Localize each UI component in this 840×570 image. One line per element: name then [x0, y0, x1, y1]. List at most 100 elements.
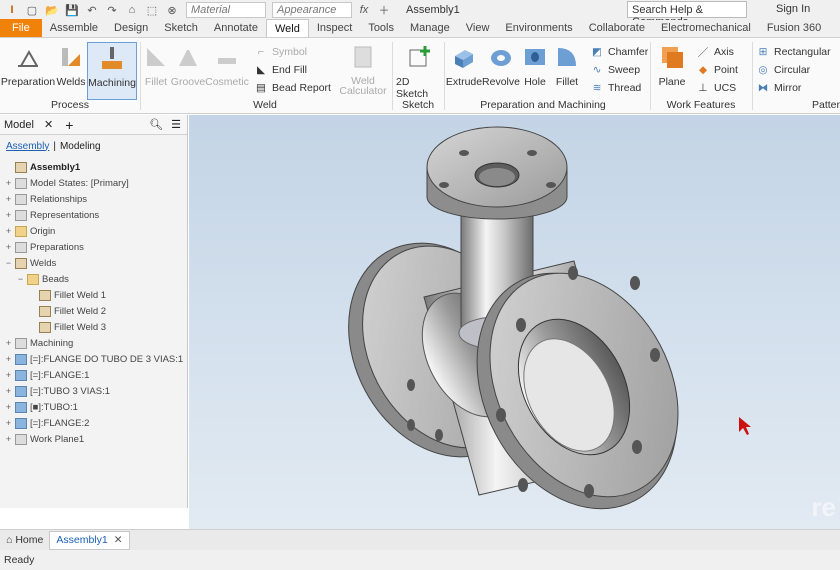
tab-tools[interactable]: Tools — [360, 19, 402, 37]
axis-button[interactable]: ／ Axis — [696, 44, 734, 60]
tab-electromechanical[interactable]: Electromechanical — [653, 19, 759, 37]
assembly1-tab[interactable]: Assembly1 ✕ — [49, 530, 130, 550]
extrude-button[interactable]: Extrude — [446, 42, 482, 98]
expand-icon[interactable]: + — [4, 210, 13, 220]
expand-icon[interactable]: + — [4, 194, 13, 204]
tab-annotate[interactable]: Annotate — [206, 19, 266, 37]
tab-manage[interactable]: Manage — [402, 19, 458, 37]
sign-in-link[interactable]: Sign In — [776, 3, 810, 15]
tree-node[interactable]: + [■]:TUBO:1 — [0, 399, 187, 415]
browser-tab-model[interactable]: Model — [4, 119, 34, 131]
view-modeling-link[interactable]: Modeling — [60, 141, 101, 152]
tree-node[interactable]: + [=]:FLANGE:2 — [0, 415, 187, 431]
tab-view[interactable]: View — [458, 19, 498, 37]
help-search-input[interactable]: Search Help & Commands... — [627, 1, 747, 28]
tree-node[interactable]: + Model States: [Primary] — [0, 175, 187, 191]
tree-node[interactable]: + [=]:FLANGE:1 — [0, 367, 187, 383]
machining-button[interactable]: Machining — [87, 42, 137, 100]
close-icon[interactable]: ✕ — [44, 118, 53, 131]
tree-node[interactable]: Fillet Weld 2 — [0, 303, 187, 319]
new-icon[interactable]: ▢ — [24, 2, 40, 18]
tab-fusion-360[interactable]: Fusion 360 — [759, 19, 829, 37]
tab-collaborate[interactable]: Collaborate — [581, 19, 653, 37]
bead-report-button[interactable]: ▤ Bead Report — [254, 80, 331, 96]
plane-button[interactable]: Plane — [654, 42, 690, 98]
tree-node[interactable]: + [=]:FLANGE DO TUBO DE 3 VIAS:1 — [0, 351, 187, 367]
extrude-icon — [451, 44, 477, 70]
expand-icon[interactable]: + — [4, 386, 13, 396]
tree-node[interactable]: + Preparations — [0, 239, 187, 255]
tab-inspect[interactable]: Inspect — [309, 19, 360, 37]
expand-icon[interactable]: − — [4, 258, 13, 268]
tab-environments[interactable]: Environments — [497, 19, 580, 37]
end-fill-button[interactable]: ◣ End Fill — [254, 62, 307, 78]
tab-design[interactable]: Design — [106, 19, 156, 37]
ucs-button[interactable]: ⊥ UCS — [696, 80, 736, 96]
expand-icon[interactable]: − — [16, 274, 25, 284]
weld-calculator-button[interactable]: Weld Calculator — [338, 42, 388, 98]
expand-icon[interactable]: + — [4, 418, 13, 428]
tree-node-label: Welds — [30, 257, 57, 269]
point-button[interactable]: ◆ Point — [696, 62, 738, 78]
home-tab[interactable]: ⌂ Home — [0, 531, 49, 550]
expand-icon[interactable]: + — [4, 178, 13, 188]
tree-node[interactable]: Assembly1 — [0, 159, 187, 175]
redo-icon[interactable]: ↷ — [104, 2, 120, 18]
welds-button[interactable]: Welds — [52, 42, 90, 98]
cosmetic-weld-icon — [214, 44, 240, 70]
expand-icon[interactable]: + — [4, 242, 13, 252]
tab-sketch[interactable]: Sketch — [156, 19, 206, 37]
tree-node[interactable]: Fillet Weld 1 — [0, 287, 187, 303]
tab-weld[interactable]: Weld — [265, 19, 309, 37]
update-icon[interactable]: ⊗ — [164, 2, 180, 18]
circular-pattern-button[interactable]: ◎ Circular — [756, 62, 810, 78]
symbol-button[interactable]: ⌐ Symbol — [254, 44, 307, 60]
view-assembly-link[interactable]: Assembly — [6, 141, 49, 152]
add-browser-icon[interactable]: + — [65, 117, 73, 133]
cosmetic-weld-button[interactable]: Cosmetic — [205, 42, 249, 98]
expand-icon[interactable]: + — [4, 402, 13, 412]
tree-node[interactable]: + Origin — [0, 223, 187, 239]
material-combo[interactable]: Material — [186, 2, 266, 18]
expand-icon[interactable]: + — [4, 370, 13, 380]
undo-icon[interactable]: ↶ — [84, 2, 100, 18]
tree-node[interactable]: Fillet Weld 3 — [0, 319, 187, 335]
tree-node[interactable]: + [=]:TUBO 3 VIAS:1 — [0, 383, 187, 399]
graphics-viewport[interactable]: re — [189, 115, 840, 529]
tree-node[interactable]: + Representations — [0, 207, 187, 223]
tree-node[interactable]: + Machining — [0, 335, 187, 351]
hole-button[interactable]: Hole — [520, 42, 550, 98]
tree-node[interactable]: − Welds — [0, 255, 187, 271]
expand-icon[interactable]: + — [4, 354, 13, 364]
fx-icon[interactable]: fx — [356, 2, 372, 18]
tree-node[interactable]: − Beads — [0, 271, 187, 287]
app-menu-icon[interactable]: I — [4, 2, 20, 18]
sketch-2d-button[interactable]: 2D Sketch — [396, 42, 444, 100]
revolve-button[interactable]: Revolve — [481, 42, 521, 98]
chamfer-button[interactable]: ◩ Chamfer — [590, 44, 648, 60]
plus-icon[interactable]: ＋ — [376, 2, 392, 18]
tab-assemble[interactable]: Assemble — [42, 19, 106, 37]
expand-icon[interactable]: + — [4, 434, 13, 444]
tree-node[interactable]: + Relationships — [0, 191, 187, 207]
search-icon[interactable]: 🔍︎ — [149, 118, 163, 131]
open-icon[interactable]: 📂 — [44, 2, 60, 18]
save-icon[interactable]: 💾 — [64, 2, 80, 18]
tab-file[interactable]: File — [0, 19, 42, 37]
preparation-button[interactable]: Preparation — [1, 42, 55, 98]
menu-icon[interactable]: ☰ — [171, 118, 181, 131]
sweep-button[interactable]: ∿ Sweep — [590, 62, 641, 78]
fillet-weld-button[interactable]: Fillet — [142, 42, 170, 98]
thread-button[interactable]: ≋ Thread — [590, 80, 642, 96]
fillet-button[interactable]: Fillet — [552, 42, 582, 98]
expand-icon[interactable]: + — [4, 338, 13, 348]
mirror-button[interactable]: ⧓ Mirror — [756, 80, 802, 96]
expand-icon[interactable]: + — [4, 226, 13, 236]
home-icon[interactable]: ⌂ — [124, 2, 140, 18]
select-icon[interactable]: ⬚ — [144, 2, 160, 18]
document-title: Assembly1 — [406, 4, 460, 16]
appearance-combo[interactable]: Appearance — [272, 2, 352, 18]
rectangular-pattern-button[interactable]: ⊞ Rectangular — [756, 44, 831, 60]
close-icon[interactable]: ✕ — [114, 534, 123, 546]
groove-weld-button[interactable]: Groove — [171, 42, 205, 98]
